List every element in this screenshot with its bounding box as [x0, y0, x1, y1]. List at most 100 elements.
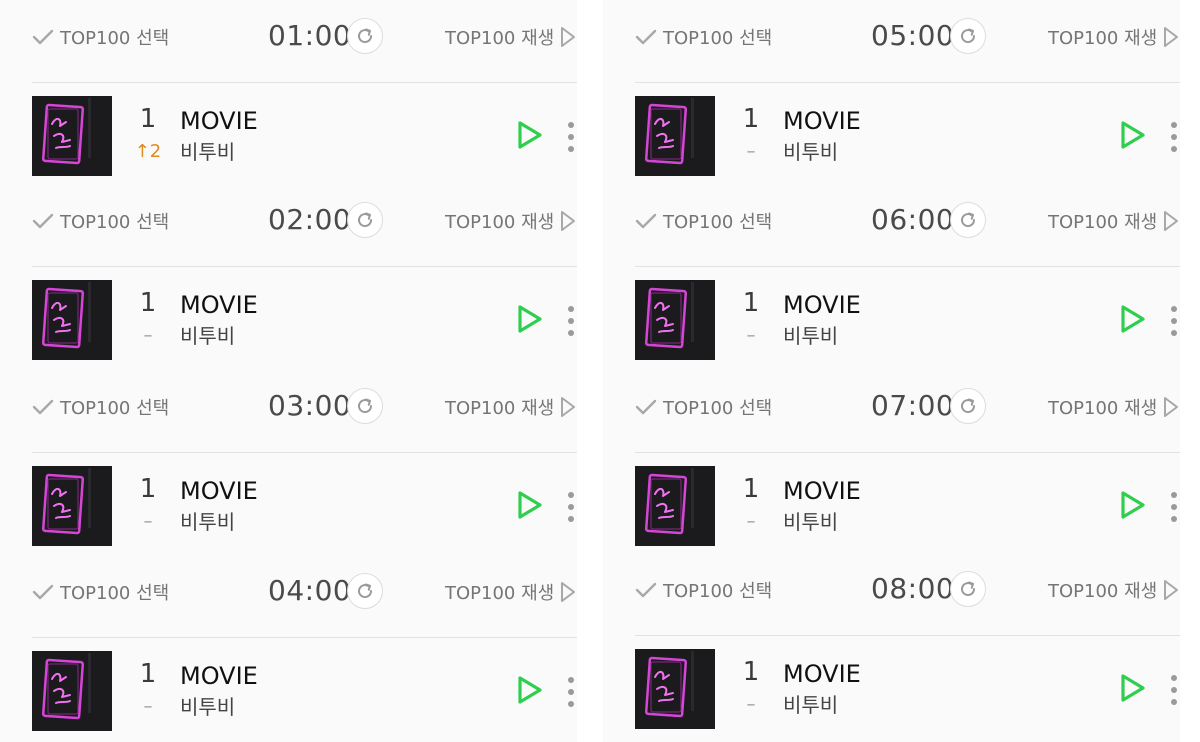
top100-select-label: TOP100 선택 [60, 583, 170, 604]
top100-select-label: TOP100 선택 [663, 581, 773, 602]
top100-play-button[interactable]: TOP100 재생 [445, 206, 576, 236]
top100-play-label: TOP100 재생 [1048, 581, 1158, 602]
song-title[interactable]: MOVIE [783, 659, 861, 689]
song-row[interactable]: 1 – MOVIE 비투비 [603, 647, 1180, 729]
play-button[interactable] [1117, 490, 1147, 520]
album-cover[interactable] [32, 280, 112, 360]
divider [635, 635, 1180, 636]
song-row[interactable]: 1 – MOVIE 비투비 [603, 464, 1180, 546]
song-title[interactable]: MOVIE [180, 106, 258, 136]
top100-play-button[interactable]: TOP100 재생 [1048, 206, 1179, 236]
song-title[interactable]: MOVIE [783, 106, 861, 136]
album-cover[interactable] [32, 651, 112, 731]
check-icon [32, 583, 60, 601]
song-title[interactable]: MOVIE [783, 290, 861, 320]
top100-select-button[interactable]: TOP100 선택 [32, 206, 169, 236]
top100-select-button[interactable]: TOP100 선택 [635, 206, 772, 236]
refresh-button[interactable] [347, 202, 383, 238]
album-cover[interactable] [635, 280, 715, 360]
refresh-icon [355, 396, 375, 416]
chart-time: 01:00 [268, 19, 352, 52]
song-title[interactable]: MOVIE [783, 476, 861, 506]
refresh-button[interactable] [347, 18, 383, 54]
divider [32, 452, 577, 453]
play-button[interactable] [1117, 120, 1147, 150]
song-row[interactable]: 1 – MOVIE 비투비 [0, 649, 577, 731]
column-gap [577, 0, 603, 742]
song-row[interactable]: 1 – MOVIE 비투비 [603, 94, 1180, 176]
album-cover[interactable] [635, 649, 715, 729]
top100-select-label: TOP100 선택 [60, 28, 170, 49]
play-outline-icon [1157, 396, 1179, 418]
song-artist[interactable]: 비투비 [180, 138, 235, 166]
refresh-button[interactable] [347, 573, 383, 609]
album-cover[interactable] [635, 466, 715, 546]
refresh-button[interactable] [950, 18, 986, 54]
top100-play-button[interactable]: TOP100 재생 [445, 577, 576, 607]
top100-select-label: TOP100 선택 [663, 398, 773, 419]
check-icon [635, 398, 663, 416]
top100-play-button[interactable]: TOP100 재생 [1048, 575, 1179, 605]
song-title[interactable]: MOVIE [180, 290, 258, 320]
top100-play-button[interactable]: TOP100 재생 [1048, 392, 1179, 422]
top100-select-button[interactable]: TOP100 선택 [635, 392, 772, 422]
play-button[interactable] [514, 120, 544, 150]
play-button[interactable] [514, 675, 544, 705]
song-artist[interactable]: 비투비 [783, 322, 838, 350]
top100-play-button[interactable]: TOP100 재생 [1048, 22, 1179, 52]
more-vertical-icon [568, 677, 574, 707]
album-cover[interactable] [32, 96, 112, 176]
chart-hour-block: TOP100 선택 03:00 TOP100 재생 1 – MOVIE 비투비 [0, 370, 577, 555]
song-artist[interactable]: 비투비 [180, 322, 235, 350]
refresh-button[interactable] [950, 388, 986, 424]
hour-header: TOP100 선택 01:00 TOP100 재생 [0, 0, 577, 72]
top100-play-button[interactable]: TOP100 재생 [445, 22, 576, 52]
top100-select-button[interactable]: TOP100 선택 [635, 575, 772, 605]
divider [635, 82, 1180, 83]
refresh-icon [355, 210, 375, 230]
song-artist[interactable]: 비투비 [783, 691, 838, 719]
song-row[interactable]: 1 – MOVIE 비투비 [0, 278, 577, 360]
refresh-button[interactable] [950, 202, 986, 238]
top100-play-button[interactable]: TOP100 재생 [445, 392, 576, 422]
album-cover[interactable] [635, 96, 715, 176]
chart-time: 02:00 [268, 203, 352, 236]
play-button[interactable] [1117, 304, 1147, 334]
play-button[interactable] [1117, 673, 1147, 703]
top100-select-button[interactable]: TOP100 선택 [635, 22, 772, 52]
song-title[interactable]: MOVIE [180, 661, 258, 691]
song-artist[interactable]: 비투비 [783, 508, 838, 536]
play-outline-icon [1157, 26, 1179, 48]
song-row[interactable]: 1 – MOVIE 비투비 [0, 464, 577, 546]
chart-hour-block: TOP100 선택 04:00 TOP100 재생 1 – MOVIE 비투비 [0, 555, 577, 740]
song-title[interactable]: MOVIE [180, 476, 258, 506]
play-button[interactable] [514, 490, 544, 520]
song-rank: 1 [742, 657, 760, 687]
song-artist[interactable]: 비투비 [180, 693, 235, 721]
more-options-button[interactable] [1165, 304, 1183, 336]
top100-select-label: TOP100 선택 [663, 28, 773, 49]
play-button[interactable] [514, 304, 544, 334]
more-options-button[interactable] [1165, 673, 1183, 705]
rank-change: – [746, 694, 756, 715]
song-row[interactable]: 1 ↑2 MOVIE 비투비 [0, 94, 577, 176]
song-artist[interactable]: 비투비 [783, 138, 838, 166]
album-cover[interactable] [32, 466, 112, 546]
more-options-button[interactable] [1165, 490, 1183, 522]
refresh-button[interactable] [347, 388, 383, 424]
chart-hour-block: TOP100 선택 08:00 TOP100 재생 1 – MOVIE 비투비 [603, 553, 1180, 738]
chart-time: 07:00 [871, 389, 955, 422]
chart-column-right: TOP100 선택 05:00 TOP100 재생 1– MOVIE 비투비 TOP100 … [603, 0, 1180, 742]
refresh-button[interactable] [950, 571, 986, 607]
top100-play-label: TOP100 재생 [445, 212, 555, 233]
more-options-button[interactable] [1165, 120, 1183, 152]
song-row[interactable]: 1 – MOVIE 비투비 [603, 278, 1180, 360]
chart-time: 06:00 [871, 203, 955, 236]
top100-select-button[interactable]: TOP100 선택 [32, 392, 169, 422]
top100-select-button[interactable]: TOP100 선택 [32, 577, 169, 607]
song-rank: 1 [139, 659, 157, 689]
hour-header: TOP100 선택 03:00 TOP100 재생 [0, 370, 577, 442]
top100-play-label: TOP100 재생 [445, 583, 555, 604]
song-artist[interactable]: 비투비 [180, 508, 235, 536]
top100-select-button[interactable]: TOP100 선택 [32, 22, 169, 52]
